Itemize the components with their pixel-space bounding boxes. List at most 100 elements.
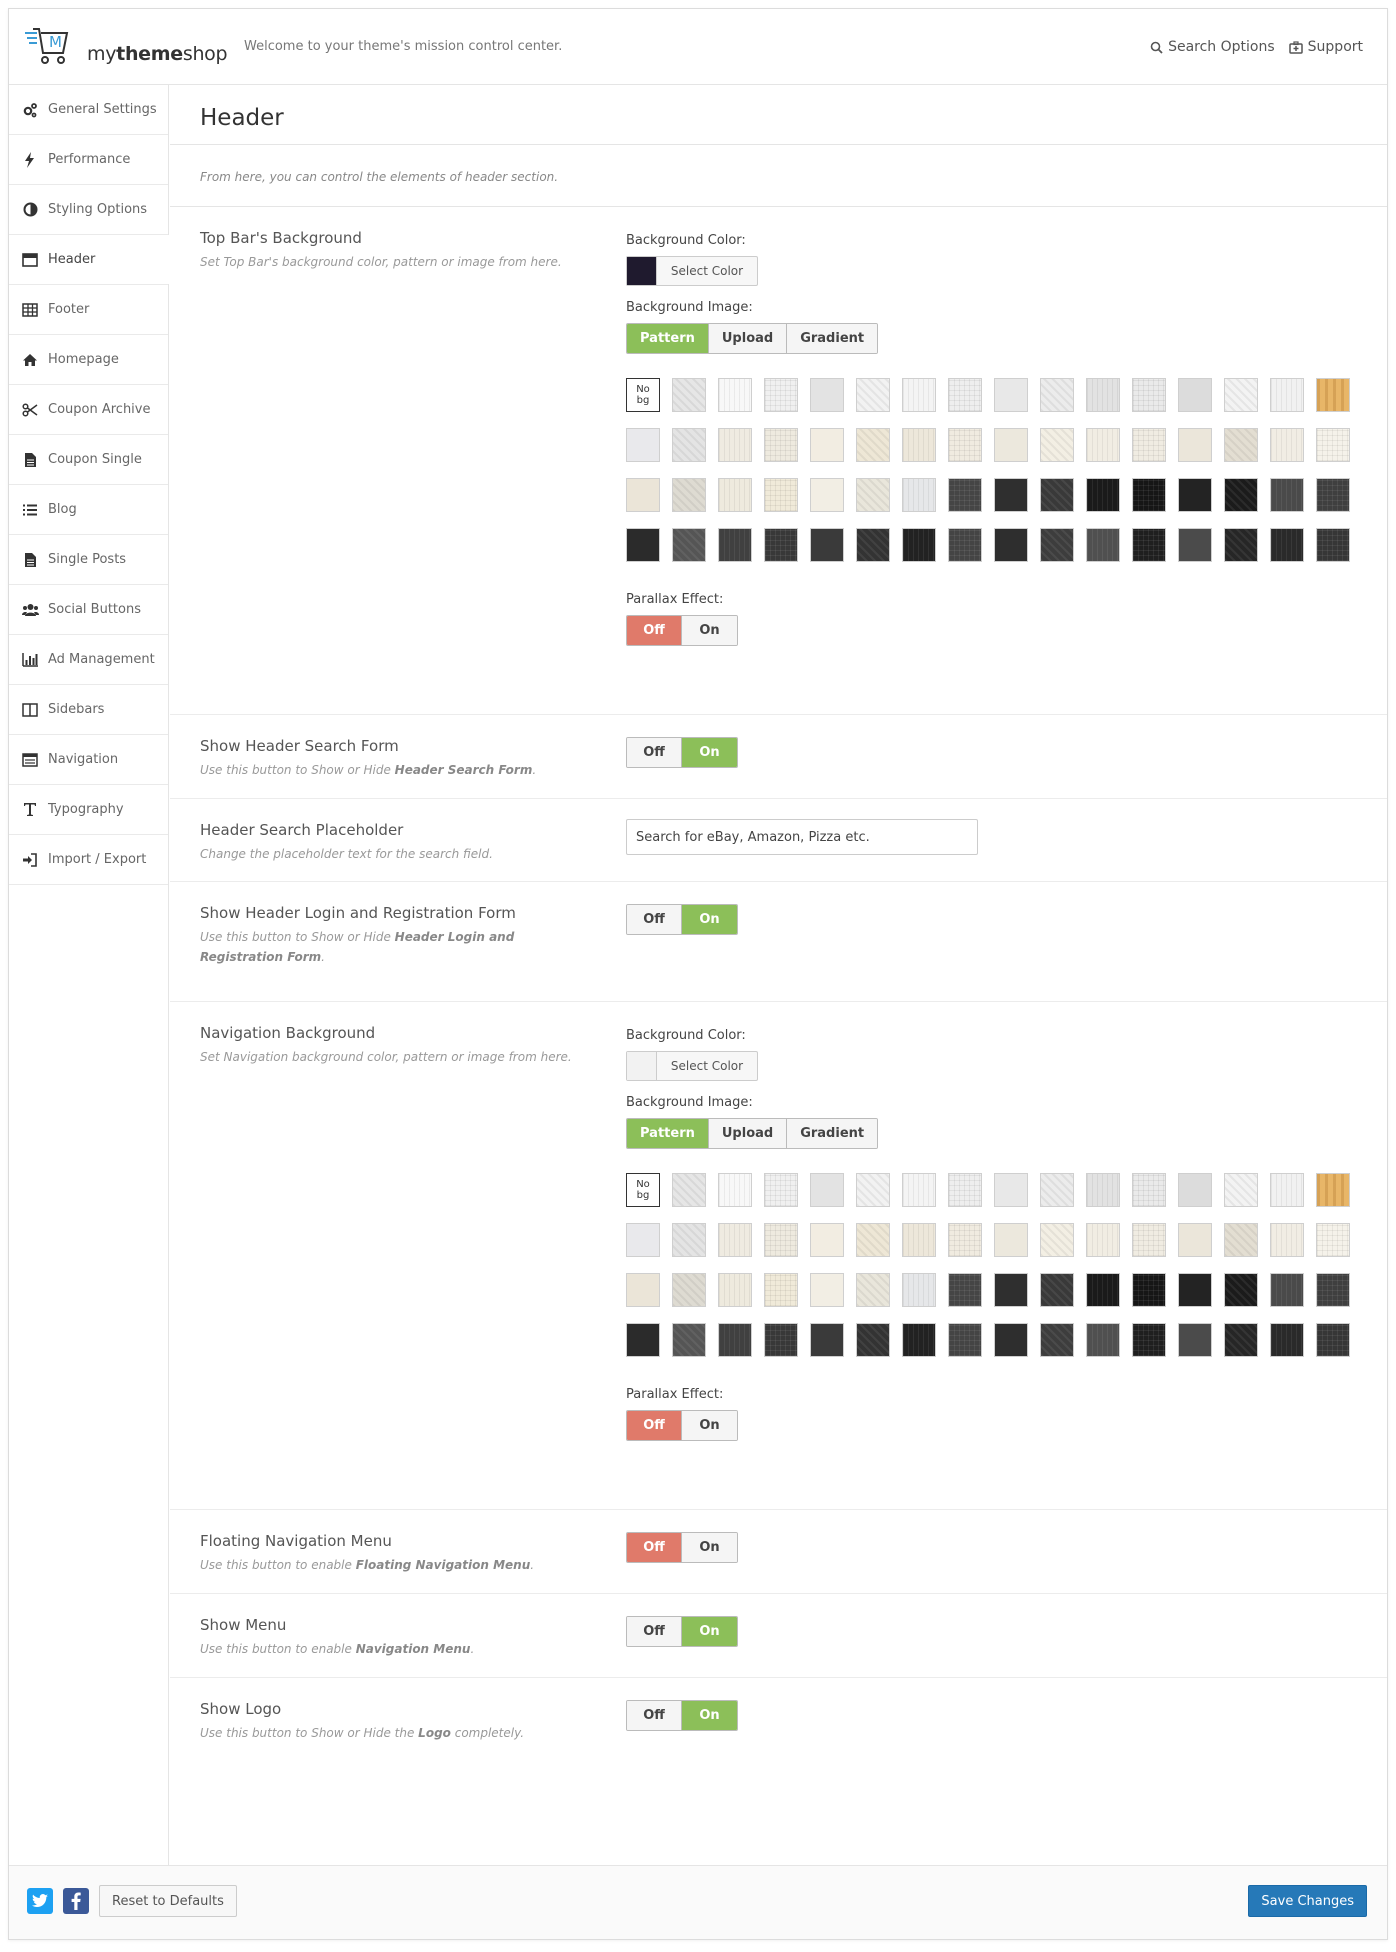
search-placeholder-input[interactable] xyxy=(626,819,978,855)
pattern-swatch[interactable] xyxy=(1040,1323,1074,1357)
pattern-swatch[interactable] xyxy=(994,428,1028,462)
pattern-swatch[interactable] xyxy=(1086,478,1120,512)
pattern-tab[interactable]: Pattern xyxy=(627,1119,709,1148)
pattern-swatch[interactable] xyxy=(1270,1273,1304,1307)
pattern-swatch[interactable] xyxy=(1270,1173,1304,1207)
pattern-swatch[interactable] xyxy=(1132,1323,1166,1357)
pattern-swatch[interactable] xyxy=(764,478,798,512)
on-button[interactable]: On xyxy=(682,1533,737,1562)
pattern-swatch[interactable] xyxy=(718,528,752,562)
pattern-swatch[interactable] xyxy=(1040,1223,1074,1257)
pattern-swatch[interactable] xyxy=(1224,1273,1258,1307)
pattern-swatch[interactable] xyxy=(626,1273,660,1307)
pattern-swatch[interactable] xyxy=(672,1273,706,1307)
sidebar-item-coupon-archive[interactable]: Coupon Archive xyxy=(9,385,168,435)
pattern-swatch[interactable] xyxy=(1086,428,1120,462)
gradient-tab[interactable]: Gradient xyxy=(787,324,878,353)
pattern-swatch[interactable] xyxy=(672,478,706,512)
pattern-swatch[interactable] xyxy=(626,428,660,462)
pattern-swatch[interactable] xyxy=(718,478,752,512)
save-changes-button[interactable]: Save Changes xyxy=(1248,1885,1367,1917)
pattern-swatch[interactable] xyxy=(672,378,706,412)
pattern-swatch[interactable] xyxy=(1316,528,1350,562)
pattern-swatch[interactable] xyxy=(948,1323,982,1357)
pattern-swatch[interactable] xyxy=(994,1173,1028,1207)
pattern-swatch[interactable] xyxy=(1178,378,1212,412)
pattern-swatch[interactable] xyxy=(718,1273,752,1307)
pattern-swatch[interactable] xyxy=(1316,428,1350,462)
on-button[interactable]: On xyxy=(682,738,737,767)
pattern-swatch[interactable] xyxy=(856,478,890,512)
pattern-swatch[interactable] xyxy=(1132,1223,1166,1257)
pattern-swatch[interactable] xyxy=(1178,1223,1212,1257)
on-button[interactable]: On xyxy=(682,1701,737,1730)
off-button[interactable]: Off xyxy=(627,616,682,645)
pattern-swatch[interactable] xyxy=(948,428,982,462)
pattern-swatch[interactable] xyxy=(902,428,936,462)
no-bg-pattern[interactable]: No bg xyxy=(626,1173,660,1207)
pattern-swatch[interactable] xyxy=(1224,428,1258,462)
pattern-swatch[interactable] xyxy=(1040,1173,1074,1207)
sidebar-item-performance[interactable]: Performance xyxy=(9,135,168,185)
off-button[interactable]: Off xyxy=(627,1533,682,1562)
pattern-swatch[interactable] xyxy=(1040,478,1074,512)
pattern-swatch[interactable] xyxy=(948,378,982,412)
pattern-swatch[interactable] xyxy=(856,1323,890,1357)
pattern-swatch[interactable] xyxy=(1178,1273,1212,1307)
pattern-swatch[interactable] xyxy=(626,1323,660,1357)
pattern-swatch[interactable] xyxy=(1270,378,1304,412)
pattern-swatch[interactable] xyxy=(1132,1173,1166,1207)
pattern-swatch[interactable] xyxy=(810,1173,844,1207)
pattern-swatch[interactable] xyxy=(1178,1323,1212,1357)
sidebar-item-blog[interactable]: Blog xyxy=(9,485,168,535)
pattern-swatch[interactable] xyxy=(1224,378,1258,412)
sidebar-item-homepage[interactable]: Homepage xyxy=(9,335,168,385)
no-bg-pattern[interactable]: No bg xyxy=(626,378,660,412)
pattern-swatch[interactable] xyxy=(718,1223,752,1257)
pattern-swatch[interactable] xyxy=(994,378,1028,412)
pattern-swatch[interactable] xyxy=(1316,478,1350,512)
sidebar-item-single-posts[interactable]: Single Posts xyxy=(9,535,168,585)
pattern-swatch[interactable] xyxy=(1270,478,1304,512)
pattern-swatch[interactable] xyxy=(948,478,982,512)
pattern-swatch[interactable] xyxy=(948,528,982,562)
pattern-swatch[interactable] xyxy=(718,428,752,462)
facebook-button[interactable] xyxy=(63,1888,89,1914)
pattern-swatch[interactable] xyxy=(902,1173,936,1207)
pattern-swatch[interactable] xyxy=(672,1173,706,1207)
pattern-swatch[interactable] xyxy=(1086,378,1120,412)
pattern-swatch[interactable] xyxy=(810,478,844,512)
pattern-swatch[interactable] xyxy=(1270,428,1304,462)
pattern-swatch[interactable] xyxy=(810,1273,844,1307)
pattern-swatch[interactable] xyxy=(626,528,660,562)
pattern-swatch[interactable] xyxy=(764,528,798,562)
pattern-swatch[interactable] xyxy=(1086,1173,1120,1207)
pattern-swatch[interactable] xyxy=(672,528,706,562)
pattern-swatch[interactable] xyxy=(1224,1223,1258,1257)
pattern-swatch[interactable] xyxy=(1086,528,1120,562)
sidebar-item-sidebars[interactable]: Sidebars xyxy=(9,685,168,735)
pattern-swatch[interactable] xyxy=(1178,1173,1212,1207)
sidebar-item-typography[interactable]: Typography xyxy=(9,785,168,835)
pattern-swatch[interactable] xyxy=(902,478,936,512)
pattern-swatch[interactable] xyxy=(994,1273,1028,1307)
pattern-swatch[interactable] xyxy=(994,528,1028,562)
pattern-swatch[interactable] xyxy=(1132,378,1166,412)
sidebar-item-general-settings[interactable]: General Settings xyxy=(9,85,168,135)
pattern-swatch[interactable] xyxy=(902,1323,936,1357)
pattern-swatch[interactable] xyxy=(1178,478,1212,512)
pattern-swatch[interactable] xyxy=(856,1223,890,1257)
sidebar-item-social-buttons[interactable]: Social Buttons xyxy=(9,585,168,635)
pattern-swatch[interactable] xyxy=(948,1173,982,1207)
sidebar-item-footer[interactable]: Footer xyxy=(9,285,168,335)
on-button[interactable]: On xyxy=(682,1617,737,1646)
pattern-swatch[interactable] xyxy=(1224,478,1258,512)
pattern-swatch[interactable] xyxy=(1224,528,1258,562)
pattern-swatch[interactable] xyxy=(1132,428,1166,462)
on-button[interactable]: On xyxy=(682,616,737,645)
pattern-swatch[interactable] xyxy=(672,1323,706,1357)
pattern-swatch[interactable] xyxy=(1132,528,1166,562)
pattern-swatch[interactable] xyxy=(994,1223,1028,1257)
pattern-swatch[interactable] xyxy=(718,1173,752,1207)
pattern-swatch[interactable] xyxy=(1316,1223,1350,1257)
